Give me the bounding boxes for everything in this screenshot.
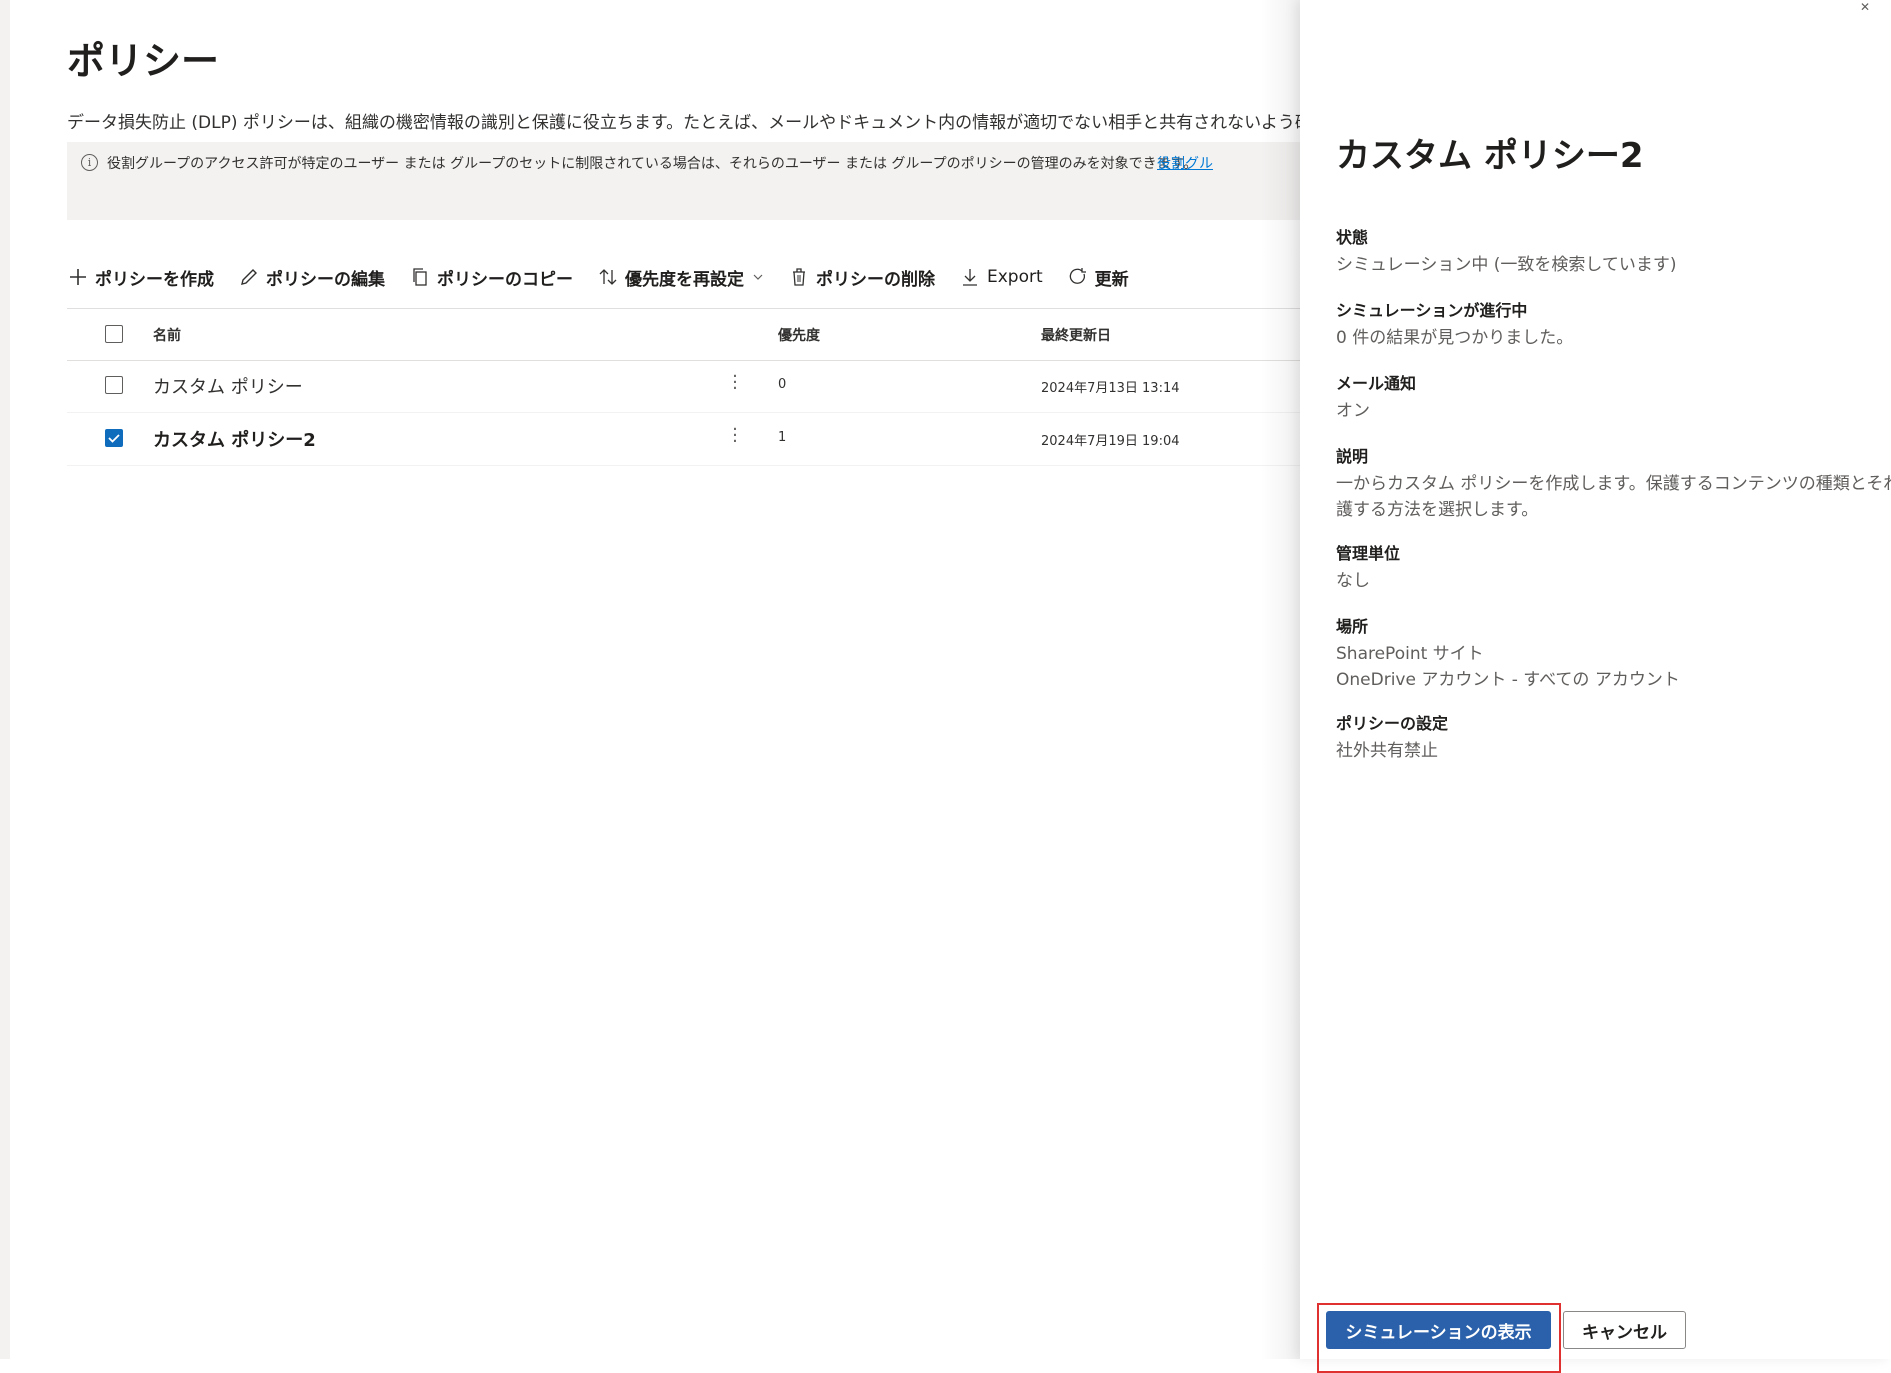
description-label: 説明 [1336, 447, 1369, 466]
export-button[interactable]: Export [959, 266, 1043, 288]
view-simulation-button[interactable]: シミュレーションの表示 [1326, 1311, 1551, 1349]
policy-settings-value: 社外共有禁止 [1336, 741, 1438, 761]
row-name[interactable]: カスタム ポリシー [153, 373, 303, 399]
locations-value-onedrive: OneDrive アカウント - すべての アカウント [1336, 670, 1680, 690]
plus-icon [70, 269, 86, 285]
refresh-label: 更新 [1094, 269, 1129, 290]
panel-shadow [1260, 0, 1300, 1359]
row-last-modified: 2024年7月19日 19:04 [1041, 434, 1180, 449]
simulation-progress-value: 0 件の結果が見つかりました。 [1336, 328, 1574, 348]
more-options-icon[interactable]: · · · [727, 421, 743, 451]
description-value-line1: 一からカスタム ポリシーを作成します。保護するコンテンツの種類とそれ [1336, 474, 1891, 494]
admin-unit-value: なし [1336, 571, 1370, 591]
email-notification-value: オン [1336, 401, 1370, 421]
status-label: 状態 [1336, 228, 1369, 247]
row-priority: 0 [778, 377, 787, 392]
admin-unit-label: 管理単位 [1336, 544, 1401, 563]
table-row[interactable]: カスタム ポリシー2 · · · 1 2024年7月19日 19:04 [67, 413, 1300, 466]
trash-icon [793, 268, 805, 286]
refresh-icon [1069, 268, 1086, 284]
close-icon[interactable]: ✕ [1860, 0, 1870, 14]
column-header-name[interactable]: 名前 [153, 325, 181, 345]
policy-list-page: ポリシー データ損失防止 (DLP) ポリシーは、組織の機密情報の識別と保護に役… [10, 0, 1300, 1359]
refresh-button[interactable]: 更新 [1067, 265, 1129, 290]
page-title: ポリシー [67, 39, 220, 83]
edit-policy-label: ポリシーの編集 [266, 269, 385, 290]
policy-details-panel: ✕ カスタム ポリシー2 状態 シミュレーション中 (一致を検索しています) シ… [1300, 0, 1891, 1373]
select-all-checkbox[interactable] [105, 325, 123, 343]
locations-value-sharepoint: SharePoint サイト [1336, 644, 1484, 664]
edit-policy-button[interactable]: ポリシーの編集 [238, 265, 385, 290]
table-header: 名前 優先度 最終更新日 [67, 308, 1300, 361]
pencil-icon [241, 269, 257, 285]
create-policy-label: ポリシーを作成 [95, 269, 214, 290]
column-header-last-modified[interactable]: 最終更新日 [1041, 325, 1111, 345]
info-icon: i [81, 154, 98, 171]
panel-footer: シミュレーションの表示 キャンセル [1300, 1290, 1891, 1373]
row-name[interactable]: カスタム ポリシー2 [153, 426, 316, 452]
column-header-priority[interactable]: 優先度 [778, 325, 820, 345]
create-policy-button[interactable]: ポリシーを作成 [67, 265, 214, 290]
email-notification-label: メール通知 [1336, 374, 1417, 393]
reorder-priority-button[interactable]: 優先度を再設定 [597, 265, 764, 290]
reorder-priority-label: 優先度を再設定 [625, 269, 744, 290]
export-label: Export [987, 267, 1043, 287]
info-bar: i 役割グループのアクセス許可が特定のユーザー または グループのセットに制限さ… [67, 142, 1300, 220]
row-checkbox[interactable] [105, 376, 123, 394]
policy-settings-label: ポリシーの設定 [1336, 714, 1449, 733]
sort-icon [599, 269, 617, 285]
info-text: 役割グループのアクセス許可が特定のユーザー または グループのセットに制限されて… [107, 156, 1198, 172]
status-value: シミュレーション中 (一致を検索しています) [1336, 255, 1677, 275]
checkmark-icon [108, 434, 120, 443]
page-description: データ損失防止 (DLP) ポリシーは、組織の機密情報の識別と保護に役立ちます。… [67, 113, 1300, 133]
info-link[interactable]: 役割グル [1157, 153, 1213, 173]
download-icon [963, 269, 977, 286]
description-value-line2: 護する方法を選択します。 [1336, 500, 1539, 520]
row-last-modified: 2024年7月13日 13:14 [1041, 381, 1180, 396]
table-row[interactable]: カスタム ポリシー · · · 0 2024年7月13日 13:14 [67, 360, 1300, 413]
simulation-progress-label: シミュレーションが進行中 [1336, 301, 1528, 320]
cancel-button[interactable]: キャンセル [1563, 1311, 1686, 1349]
panel-title: カスタム ポリシー2 [1336, 136, 1644, 176]
locations-label: 場所 [1336, 617, 1369, 636]
command-bar: ポリシーを作成 ポリシーの編集 ポリシーのコピー 優先度を再設定 ポリシーの削除… [67, 260, 1153, 294]
delete-policy-button[interactable]: ポリシーの削除 [788, 265, 935, 290]
row-priority: 1 [778, 430, 787, 445]
row-checkbox-checked[interactable] [105, 429, 123, 447]
copy-icon [413, 268, 427, 286]
delete-policy-label: ポリシーの削除 [816, 269, 935, 290]
more-options-icon[interactable]: · · · [727, 368, 743, 398]
chevron-down-icon [753, 274, 763, 280]
copy-policy-label: ポリシーのコピー [437, 269, 573, 290]
copy-policy-button[interactable]: ポリシーのコピー [409, 265, 573, 290]
